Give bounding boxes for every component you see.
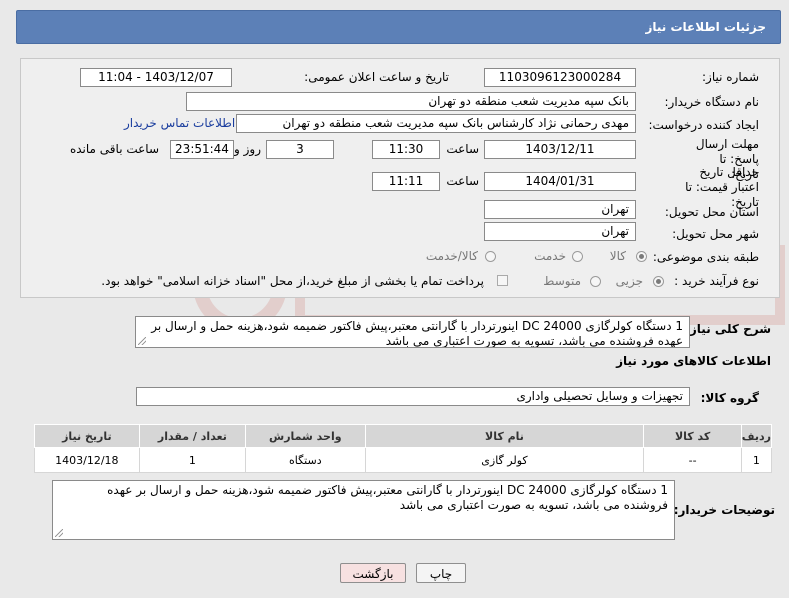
- buyer-label: نام دستگاه خریدار:: [664, 95, 760, 109]
- table-row: 1 -- کولر گازی دستگاه 1 1403/12/18: [34, 447, 773, 473]
- process-radio-medium[interactable]: [590, 276, 601, 287]
- announce-label: تاریخ و ساعت اعلان عمومی:: [304, 70, 449, 84]
- summary-textarea: 1 دستگاه کولرگازی DC 24000 اینورتردار با…: [135, 316, 690, 348]
- days-label: روز و: [234, 142, 261, 156]
- province-field: تهران: [484, 200, 636, 219]
- resize-grip-icon[interactable]: [138, 337, 146, 345]
- category-radio-goods[interactable]: [636, 251, 647, 262]
- col-name-header: نام کالا: [364, 424, 645, 448]
- buyer-field: بانک سپه مدیریت شعب منطقه دو تهران: [186, 92, 636, 111]
- need-number-field: 1103096123000284: [484, 68, 636, 87]
- back-button[interactable]: بازگشت: [340, 563, 406, 583]
- cell-row: 1: [740, 447, 773, 473]
- cell-qty: 1: [138, 447, 247, 473]
- deadline-date-field: 1403/12/11: [484, 140, 636, 159]
- province-label: استان محل تحویل:: [664, 205, 759, 219]
- city-field: تهران: [484, 222, 636, 241]
- col-row-header: ردیف: [740, 424, 773, 448]
- buyer-notes-label: توضیحات خریدار:: [673, 503, 775, 517]
- price-time-label: ساعت: [446, 174, 479, 188]
- category-radio-service[interactable]: [572, 251, 583, 262]
- buyer-contact-link[interactable]: اطلاعات تماس خریدار: [124, 116, 235, 130]
- process-label: نوع فرآیند خرید :: [674, 274, 759, 288]
- cell-name: کولر گازی: [364, 447, 645, 473]
- treasury-payment-checkbox[interactable]: [497, 275, 508, 286]
- col-date-header: تاریخ نیاز: [34, 424, 140, 448]
- cell-date: 1403/12/18: [34, 447, 140, 473]
- col-qty-header: تعداد / مقدار: [138, 424, 247, 448]
- category-radio-both[interactable]: [485, 251, 496, 262]
- category-label: طبقه بندی موضوعی:: [652, 250, 759, 264]
- remaining-label: ساعت باقی مانده: [69, 142, 159, 156]
- goods-info-title: اطلاعات کالاهای مورد نیاز: [616, 354, 771, 368]
- process-radio-minor[interactable]: [653, 276, 664, 287]
- page-header: جزئیات اطلاعات نیاز: [16, 10, 781, 44]
- category-option-service: خدمت: [534, 249, 566, 263]
- process-option-minor: جزیی: [615, 274, 643, 288]
- print-button[interactable]: چاپ: [416, 563, 466, 583]
- resize-grip-icon[interactable]: [55, 529, 63, 537]
- buyer-notes-textarea: 1 دستگاه کولرگازی DC 24000 اینورتردار با…: [52, 480, 675, 540]
- deadline-time-label: ساعت: [446, 142, 479, 156]
- cell-code: --: [643, 447, 742, 473]
- cell-unit: دستگاه: [245, 447, 366, 473]
- items-table: ردیف کد کالا نام کالا واحد شمارش تعداد /…: [34, 424, 773, 473]
- deadline-time-field: 11:30: [372, 140, 440, 159]
- col-code-header: کد کالا: [643, 424, 742, 448]
- price-time-field: 11:11: [372, 172, 440, 191]
- creator-label: ایجاد کننده درخواست:: [648, 118, 759, 132]
- treasury-payment-text: پرداخت تمام یا بخشی از مبلغ خرید،از محل …: [101, 274, 484, 288]
- goods-group-field: تجهیزات و وسایل تحصیلی واداری: [136, 387, 690, 406]
- summary-text: 1 دستگاه کولرگازی DC 24000 اینورتردار با…: [151, 319, 683, 348]
- buyer-notes-text: 1 دستگاه کولرگازی DC 24000 اینورتردار با…: [107, 483, 668, 512]
- city-label: شهر محل تحویل:: [672, 227, 759, 241]
- announce-field: 1403/12/07 - 11:04: [80, 68, 232, 87]
- summary-label: شرح کلی نیاز:: [685, 322, 771, 336]
- col-unit-header: واحد شمارش: [245, 424, 366, 448]
- days-field: 3: [266, 140, 334, 159]
- remaining-time-field: 23:51:44: [170, 140, 234, 159]
- table-header-row: ردیف کد کالا نام کالا واحد شمارش تعداد /…: [34, 424, 773, 448]
- creator-field: مهدی رحمانی نژاد کارشناس بانک سپه مدیریت…: [236, 114, 636, 133]
- need-number-label: شماره نیاز:: [702, 70, 759, 84]
- price-validity-label: حداقل تاریخ اعتبار قیمت: تا تاریخ:: [685, 165, 759, 209]
- process-option-medium: متوسط: [543, 274, 581, 288]
- page-title: جزئیات اطلاعات نیاز: [645, 20, 766, 34]
- category-option-both: کالا/خدمت: [425, 249, 478, 263]
- price-date-field: 1404/01/31: [484, 172, 636, 191]
- goods-group-label: گروه کالا:: [700, 391, 759, 405]
- category-option-goods: کالا: [609, 249, 626, 263]
